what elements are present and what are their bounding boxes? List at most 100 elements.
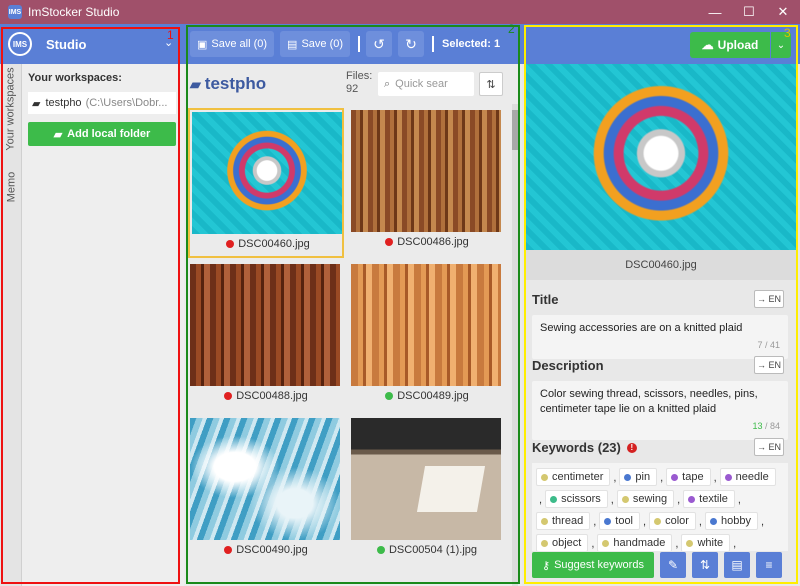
save-all-icon: ▣ [197,38,208,51]
thumbnail-item[interactable]: DSC00489.jpg [349,262,505,412]
thumbnail-item[interactable]: DSC00488.jpg [188,262,344,412]
tab-memo[interactable]: Memo [0,164,22,210]
thumbnail-image [190,264,340,386]
keyword-separator: , [591,538,595,551]
thumbnail-image [351,264,501,386]
folder-open-icon: ▰ [53,128,63,141]
folder-title: ▰ testpho [190,74,267,93]
title-bar: IMS ImStocker Studio — ☐ ✕ [0,0,800,24]
workspaces-title: Your workspaces: [28,72,122,84]
sort-keywords-button[interactable]: ⇅ [692,552,718,578]
close-button[interactable]: ✕ [766,0,800,24]
keyword-text: scissors [561,493,601,506]
save-metadata-button[interactable]: ▤ [724,552,750,578]
workspaces-panel: Your workspaces: ▰ testpho (C:\Users\Dob… [28,72,176,146]
keyword-dot [654,517,662,525]
keyword-dot [709,517,717,525]
window-controls: — ☐ ✕ [698,0,800,24]
keyword-chip[interactable]: tape [666,468,711,487]
redo-icon: ↻ [405,35,417,52]
keyword-separator: , [593,516,597,529]
sort-button[interactable]: ⇅ [479,72,503,96]
keywords-section: Keywords (23) ! → EN centimeter, pin, tape… [532,438,788,551]
keyword-chip[interactable]: scissors [545,490,608,509]
chevron-down-icon: ⌄ [776,39,786,51]
thumbnail-image [190,418,340,540]
thumbnail-image [351,418,501,540]
thumbnail-filename: DSC00504 (1).jpg [388,544,478,556]
title-translate-button[interactable]: → EN [754,290,784,308]
image-preview [526,64,796,250]
keyword-chip[interactable]: tool [599,512,641,531]
keyword-text: pin [635,471,651,484]
keyword-chip[interactable]: color [649,512,696,531]
scrollbar[interactable] [512,104,518,586]
thumbnail-caption: DSC00486.jpg [349,236,505,248]
thumbnail-item[interactable]: DSC00490.jpg [188,416,344,566]
status-dot [385,392,394,400]
suggest-keywords-button[interactable]: ⚷ Suggest keywords [532,552,654,578]
keyword-chip[interactable]: handmade [597,534,673,551]
keyword-dot [541,473,548,481]
maximize-button[interactable]: ☐ [732,0,766,24]
preview-filename: DSC00460.jpg [526,250,796,280]
scrollbar-thumb[interactable] [512,110,518,150]
studio-selector[interactable]: IMS Studio ⌄ [0,24,184,64]
keyword-separator: , [613,472,617,485]
search-icon: ⌕ [384,77,391,90]
keyword-chip[interactable]: centimeter [536,468,611,487]
keyword-text: handmade [613,537,666,550]
menu-button[interactable]: ≡ [756,552,782,578]
tab-your-workspaces[interactable]: Your workspaces [0,64,22,154]
description-translate-button[interactable]: → EN [754,356,784,374]
sort-icon: ⇅ [486,78,496,91]
keyword-chip[interactable]: sewing [616,490,675,509]
save-button[interactable]: ▤ Save (0) [280,31,351,57]
quick-search-input[interactable]: ⌕ Quick sear [378,72,474,96]
keyword-chip[interactable]: thread [536,512,591,531]
keyword-dot [671,473,679,481]
keyword-text: needle [735,471,769,484]
title-field[interactable]: Sewing accessories are on a knitted plai… [532,315,788,359]
menu-icon: ≡ [765,558,773,572]
sort-icon: ⇅ [699,558,711,572]
workspace-item[interactable]: ▰ testpho (C:\Users\Dobr... [28,92,176,114]
studio-name: Studio [46,36,87,52]
keywords-translate-button[interactable]: → EN [754,438,784,456]
folder-icon: ▰ [190,75,201,92]
save-all-button[interactable]: ▣ Save all (0) [190,31,275,57]
selected-count: Selected: 1 [442,38,501,50]
keyword-dot [541,517,548,525]
keyword-separator: , [760,516,765,529]
thumbnail-item[interactable]: DSC00486.jpg [349,108,505,258]
redo-button[interactable]: ↻ [398,31,425,57]
title-section: Title → EN Sewing accessories are on a k… [532,290,788,359]
status-dot [385,238,394,246]
keyword-chip[interactable]: white [681,534,731,551]
workspace-path: (C:\Users\Dobr... [85,97,168,109]
keyword-dot [604,517,612,525]
save-icon: ▤ [287,38,298,51]
thumbnail-item[interactable]: DSC00460.jpg [188,108,344,258]
minimize-button[interactable]: — [698,0,732,24]
file-browser-pane: ▣ Save all (0) ▤ Save (0) ↺ ↻ Selected: … [184,24,522,586]
upload-button[interactable]: ☁ Upload [690,32,770,58]
add-local-folder-button[interactable]: ▰ Add local folder [28,122,176,146]
folder-header: ▰ testpho Files: 92 ⌕ Quick sear ⇅ [184,64,522,104]
thumbnail-caption: DSC00504 (1).jpg [349,544,505,556]
keyword-separator: , [539,494,543,507]
pencil-icon: ✎ [667,558,679,572]
thumbnail-caption: DSC00460.jpg [190,238,346,250]
thumbnail-filename: DSC00460.jpg [238,238,310,250]
thumbnail-item[interactable]: DSC00504 (1).jpg [349,416,505,566]
save-icon: ▤ [731,558,743,572]
keyword-chip[interactable]: hobby [704,512,758,531]
undo-button[interactable]: ↺ [366,31,393,57]
keyword-chip[interactable]: textile [683,490,735,509]
description-field[interactable]: Color sewing thread, scissors, needles, … [532,381,788,440]
edit-button[interactable]: ✎ [660,552,686,578]
keyword-chip[interactable]: object [536,534,589,551]
keyword-chip[interactable]: pin [619,468,658,487]
keyword-chip[interactable]: needle [719,468,776,487]
keywords-list[interactable]: centimeter, pin, tape, needle, scissors, sewi… [532,463,788,551]
